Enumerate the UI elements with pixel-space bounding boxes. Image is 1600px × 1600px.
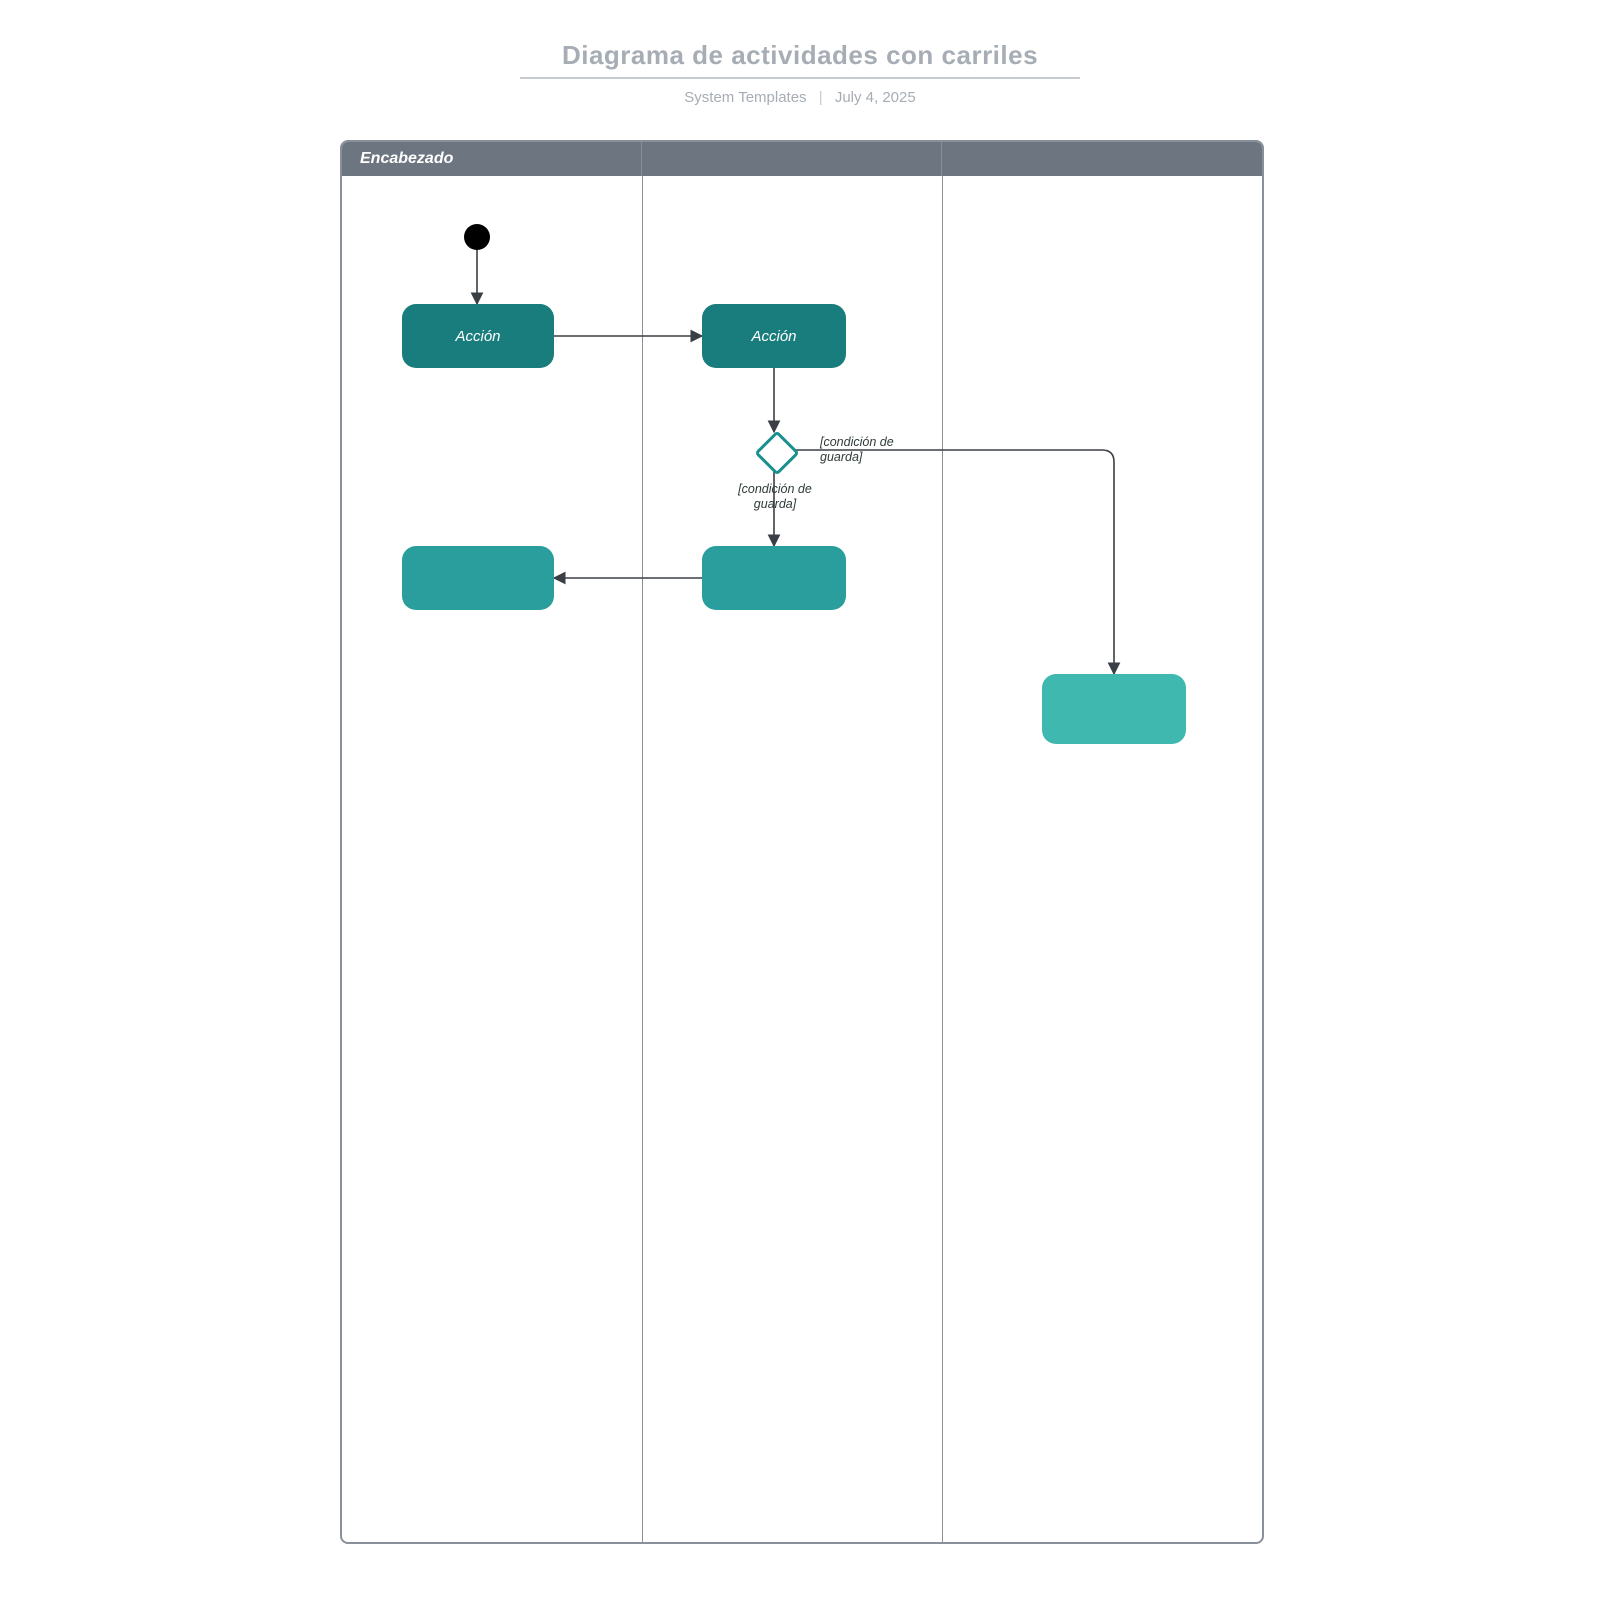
action-node-2[interactable]: Acción (702, 304, 846, 368)
action-node-5[interactable] (1042, 674, 1186, 744)
title-block: Diagrama de actividades con carriles Sys… (0, 40, 1600, 106)
date-label: July 4, 2025 (835, 89, 916, 106)
action-node-1-label: Acción (455, 328, 500, 345)
action-node-3[interactable] (702, 546, 846, 610)
diagram-title: Diagrama de actividades con carriles (520, 40, 1080, 79)
lane-header-2 (642, 142, 942, 176)
lane-body: Acción Acción [condición de guarda] [con… (342, 176, 1262, 1542)
swimlane-container: Encabezado (340, 140, 1264, 1544)
diagram-subtitle: System Templates | July 4, 2025 (0, 89, 1600, 106)
edges-layer (342, 176, 1262, 1542)
lane-header-row: Encabezado (342, 142, 1262, 176)
lane-divider-1 (642, 176, 643, 1542)
lane-header-1: Encabezado (342, 142, 642, 176)
lane-header-label: Encabezado (360, 150, 453, 168)
start-node[interactable] (464, 224, 490, 250)
decision-node[interactable] (754, 430, 799, 475)
action-node-4[interactable] (402, 546, 554, 610)
author-label: System Templates (684, 89, 806, 106)
guard-label-right: [condición de guarda] (820, 435, 916, 465)
action-node-2-label: Acción (751, 328, 796, 345)
guard-label-down: [condición de guarda] (736, 482, 814, 512)
lane-divider-2 (942, 176, 943, 1542)
action-node-1[interactable]: Acción (402, 304, 554, 368)
lane-header-3 (942, 142, 1262, 176)
subtitle-separator: | (811, 89, 831, 106)
